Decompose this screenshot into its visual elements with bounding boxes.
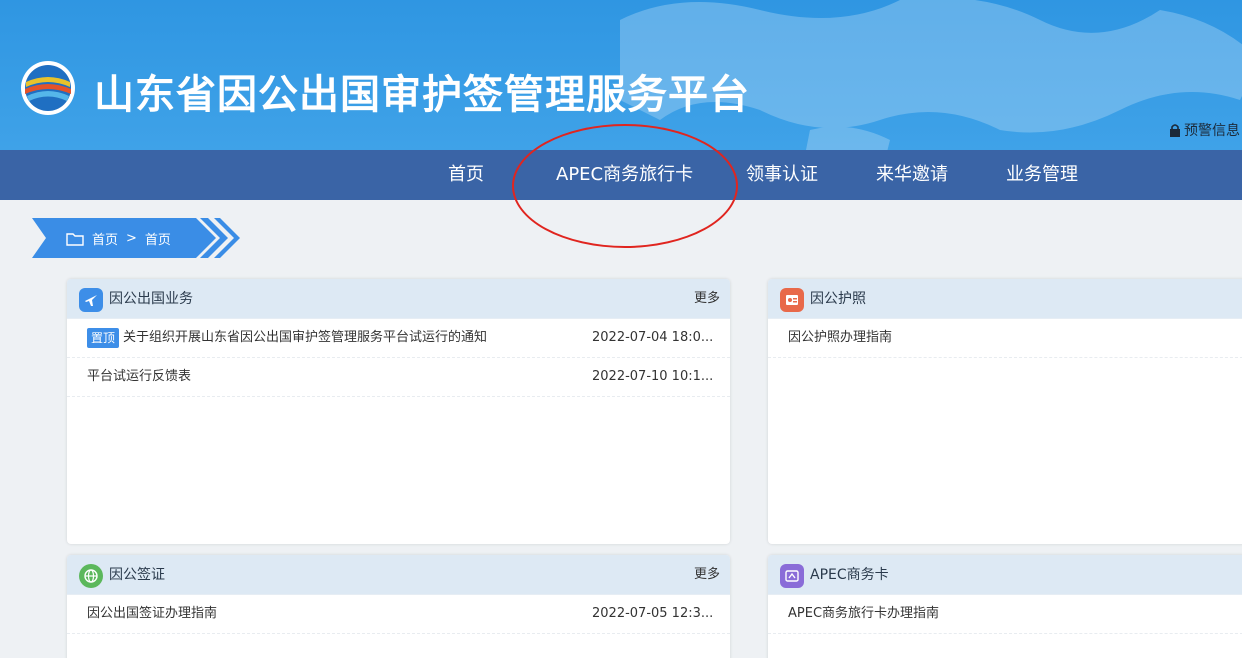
breadcrumb-separator: > [126,231,137,246]
notice-title: 关于组织开展山东省因公出国审护签管理服务平台试运行的通知 [123,330,488,345]
pinned-badge: 置顶 [87,328,120,348]
folder-icon [66,232,84,246]
airplane-icon [79,288,103,312]
notice-date: 2022-07-05 12:3... [592,606,714,621]
site-header: 山东省因公出国审护签管理服务平台 预警信息 [0,0,1242,150]
list-item: APEC商务旅行卡办理指南 [768,595,1242,634]
card-business: 因公出国业务 更多 置顶 关于组织开展山东省因公出国审护签管理服务平台试运行的通… [67,279,730,544]
card-visa: 因公签证 更多 因公出国签证办理指南 2022-07-05 12:3... [67,555,730,658]
globe-icon [79,564,103,588]
notice-title-link[interactable]: 置顶 关于组织开展山东省因公出国审护签管理服务平台试运行的通知 [87,319,487,357]
nav-item-business-mgmt[interactable]: 业务管理 [1006,150,1078,200]
notice-date: 2022-07-04 18:0... [592,330,714,345]
more-link[interactable]: 更多 [694,279,720,319]
nav-item-apec-card[interactable]: APEC商务旅行卡 [556,150,693,200]
card-header: APEC商务卡 [768,555,1242,595]
notice-title-link[interactable]: 平台试运行反馈表 [87,358,191,396]
notice-date: 2022-07-10 10:1... [592,369,714,384]
card-passport: 因公护照 因公护照办理指南 [768,279,1242,544]
card-header: 因公护照 [768,279,1242,319]
card-header: 因公出国业务 更多 [67,279,730,319]
card-icon-apec [780,564,804,588]
notice-title-link[interactable]: 因公出国签证办理指南 [87,595,217,633]
card-apec: APEC商务卡 APEC商务旅行卡办理指南 [768,555,1242,658]
nav-item-consular-auth[interactable]: 领事认证 [746,150,818,200]
list-item: 因公护照办理指南 [768,319,1242,358]
list-item: 因公出国签证办理指南 2022-07-05 12:3... [67,595,730,634]
breadcrumb-current: 首页 [144,233,171,248]
notice-title-link[interactable]: 因公护照办理指南 [788,319,892,357]
breadcrumb-home[interactable]: 首页 [92,229,118,248]
list-item: 平台试运行反馈表 2022-07-10 10:1... [67,358,730,397]
card-title: 因公签证 [109,567,165,583]
card-title: 因公护照 [810,291,866,307]
card-header: 因公签证 更多 [67,555,730,595]
passport-icon [780,288,804,312]
nav-item-invitation[interactable]: 来华邀请 [876,150,948,200]
alert-info-link[interactable]: 预警信息 [1168,120,1240,140]
list-item: 置顶 关于组织开展山东省因公出国审护签管理服务平台试运行的通知 2022-07-… [67,319,730,358]
main-nav: 首页 APEC商务旅行卡 领事认证 来华邀请 业务管理 [0,150,1242,200]
more-link[interactable]: 更多 [694,555,720,595]
notice-title-link[interactable]: APEC商务旅行卡办理指南 [788,595,939,633]
breadcrumb-area [0,200,1242,270]
alert-info-label: 预警信息 [1184,123,1240,139]
nav-item-home[interactable]: 首页 [448,150,484,200]
lock-icon [1170,124,1180,137]
breadcrumb: 首页 > 首页 [66,229,171,248]
card-title: 因公出国业务 [109,291,193,307]
site-title: 山东省因公出国审护签管理服务平台 [94,72,750,118]
card-title: APEC商务卡 [810,567,889,583]
platform-logo [21,61,75,115]
